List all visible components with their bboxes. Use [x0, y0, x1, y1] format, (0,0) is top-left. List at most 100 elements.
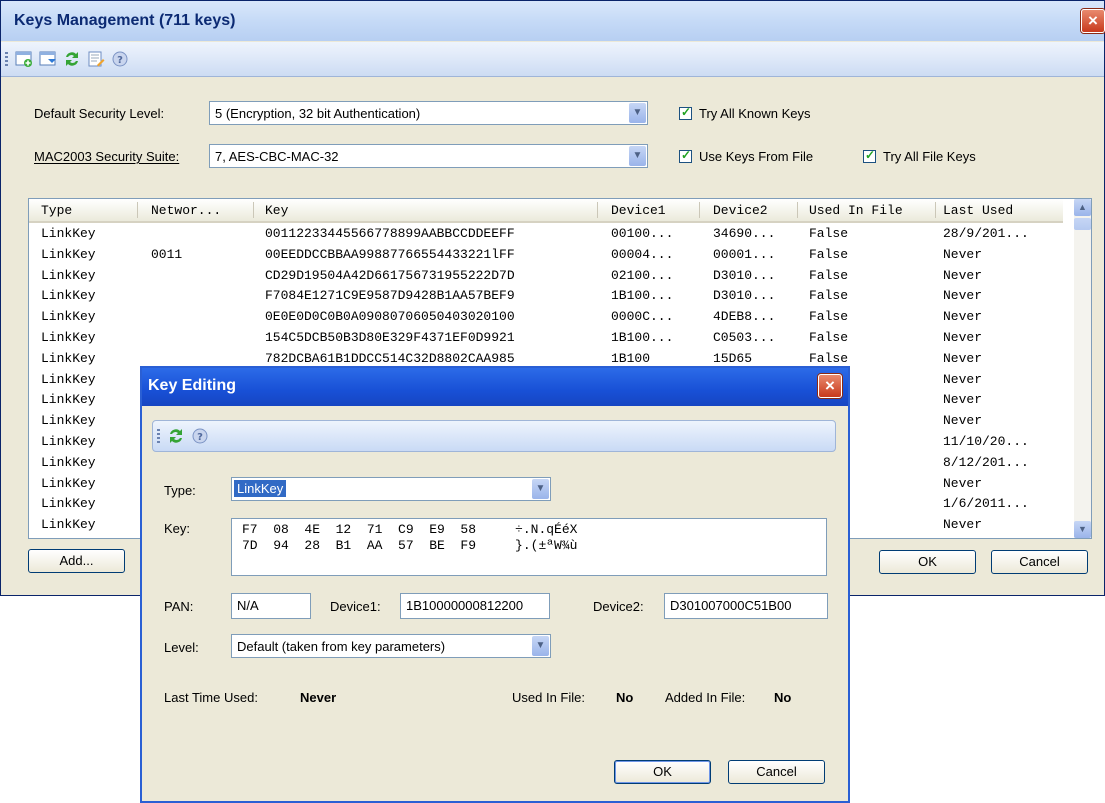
type-label: Type:: [164, 483, 196, 498]
key-line: 7D 94 28 B1 AA 57 BE F9 }.(±ªW¾ù: [242, 538, 578, 553]
table-row[interactable]: LinkKey 00112233445566778899AABBCCDDEEFF 0…: [29, 223, 1063, 244]
refresh-icon[interactable]: [167, 427, 185, 445]
cell-last-used: Never: [943, 288, 983, 304]
toolbar-grip[interactable]: [157, 429, 160, 443]
level-select[interactable]: Default (taken from key parameters) ▼: [231, 634, 551, 658]
last-time-used-label: Last Time Used:: [164, 690, 258, 705]
scroll-up-icon[interactable]: ▲: [1074, 199, 1091, 216]
column-header-device1[interactable]: Device1: [611, 203, 666, 218]
column-divider[interactable]: [597, 202, 598, 218]
table-row[interactable]: LinkKey 154C5DCB50B3D80E329F4371EF0D9921 1…: [29, 327, 1063, 348]
dialog-title-bar[interactable]: Key Editing ×: [142, 368, 848, 406]
cell-type: LinkKey: [41, 413, 96, 429]
ok-button[interactable]: OK: [879, 550, 976, 574]
dialog-ok-button[interactable]: OK: [614, 760, 711, 784]
scroll-down-icon[interactable]: ▼: [1074, 521, 1091, 538]
cell-type: LinkKey: [41, 434, 96, 449]
try-all-file-keys-checkbox[interactable]: [863, 148, 876, 163]
column-divider[interactable]: [797, 202, 798, 218]
cell-type: LinkKey: [41, 371, 96, 387]
refresh-icon[interactable]: [63, 50, 81, 68]
dialog-close-button[interactable]: ×: [818, 374, 842, 398]
title-bar[interactable]: Keys Management (711 keys) ×: [1, 1, 1105, 41]
column-header-last-used[interactable]: Last Used: [943, 203, 1013, 218]
cell-device1: 00004...: [611, 246, 674, 262]
cell-network: 0011: [151, 246, 183, 262]
cell-last-used: 28/9/201...: [943, 226, 1029, 241]
cell-type: LinkKey: [41, 309, 96, 325]
chevron-down-icon[interactable]: ▼: [532, 636, 549, 656]
add-key-icon[interactable]: [15, 50, 33, 68]
column-header-type[interactable]: Type: [41, 203, 72, 218]
chevron-down-icon[interactable]: ▼: [532, 479, 549, 499]
cell-used-in-file: False: [809, 330, 849, 345]
key-hex-editor[interactable]: F7 08 4E 12 71 C9 E9 58 ÷.N.qÉéX 7D 94 2…: [231, 518, 827, 576]
chevron-down-icon[interactable]: ▼: [629, 103, 646, 123]
cell-key: 0E0E0D0C0B0A09080706050403020100: [265, 309, 515, 325]
chevron-down-icon[interactable]: ▼: [629, 146, 646, 166]
cell-last-used: Never: [943, 517, 983, 533]
cell-key: 154C5DCB50B3D80E329F4371EF0D9921: [265, 330, 515, 345]
toolbar-grip[interactable]: [5, 52, 8, 66]
cell-device2: 15D65: [713, 350, 753, 366]
cell-type: LinkKey: [41, 350, 96, 366]
cell-last-used: Never: [943, 309, 983, 325]
table-row[interactable]: LinkKey F7084E1271C9E9587D9428B1AA57BEF9 1…: [29, 285, 1063, 306]
help-icon[interactable]: ?: [191, 427, 209, 445]
column-header-device2[interactable]: Device2: [713, 203, 768, 218]
added-in-file-label: Added In File:: [665, 690, 746, 705]
table-row[interactable]: LinkKey 0011 00EEDDCCBBAA99887766554433221…: [29, 244, 1063, 265]
cell-type: LinkKey: [41, 288, 96, 304]
device1-field[interactable]: 1B10000000812200: [400, 593, 550, 619]
try-all-known-keys-checkbox[interactable]: [679, 105, 692, 120]
pan-label: PAN:: [164, 599, 194, 614]
column-divider[interactable]: [935, 202, 936, 218]
help-icon[interactable]: ?: [111, 50, 129, 68]
level-label: Level:: [164, 640, 199, 655]
cell-used-in-file: False: [809, 288, 849, 304]
security-level-select[interactable]: 5 (Encryption, 32 bit Authentication) ▼: [209, 101, 648, 125]
added-in-file-value: No: [774, 690, 792, 705]
cell-key: 00EEDDCCBBAA99887766554433221lFF: [265, 246, 515, 262]
cell-type: LinkKey: [41, 517, 96, 533]
cell-device2: 00001...: [713, 246, 776, 262]
device2-field[interactable]: D301007000C51B00: [664, 593, 828, 619]
close-icon: ×: [825, 376, 835, 395]
cell-last-used: 11/10/20...: [943, 434, 1029, 449]
dialog-cancel-button[interactable]: Cancel: [728, 760, 825, 784]
add-button[interactable]: Add...: [28, 549, 125, 573]
cell-type: LinkKey: [41, 226, 96, 241]
close-window-button[interactable]: ×: [1081, 9, 1105, 33]
table-row[interactable]: LinkKey CD29D19504A42D661756731955222D7D 0…: [29, 265, 1063, 286]
cell-type: LinkKey: [41, 475, 96, 491]
type-value: LinkKey: [234, 480, 287, 497]
column-header-key[interactable]: Key: [265, 203, 288, 218]
security-level-label: Default Security Level:: [34, 106, 165, 121]
pan-field[interactable]: N/A: [231, 593, 311, 619]
column-divider[interactable]: [699, 202, 700, 218]
cell-device1: 1B100...: [611, 330, 674, 345]
vertical-scrollbar[interactable]: ▲ ▼: [1074, 199, 1091, 538]
cell-key: 00112233445566778899AABBCCDDEEFF: [265, 226, 515, 241]
toolbar: ?: [1, 42, 1104, 77]
column-divider[interactable]: [137, 202, 138, 218]
security-suite-label: MAC2003 Security Suite:: [34, 149, 180, 164]
cancel-button[interactable]: Cancel: [991, 550, 1088, 574]
type-select[interactable]: LinkKey ▼: [231, 477, 551, 501]
keys-list-header: Type Networ... Key Device1 Device2 Used …: [29, 199, 1063, 223]
security-suite-select[interactable]: 7, AES-CBC-MAC-32 ▼: [209, 144, 648, 168]
cell-last-used: 1/6/2011...: [943, 496, 1029, 512]
use-keys-from-file-checkbox[interactable]: [679, 148, 692, 163]
scrollbar-thumb[interactable]: [1074, 218, 1091, 230]
column-header-used-in-file[interactable]: Used In File: [809, 203, 903, 218]
cell-key: F7084E1271C9E9587D9428B1AA57BEF9: [265, 288, 515, 304]
import-key-icon[interactable]: [39, 50, 57, 68]
cell-type: LinkKey: [41, 392, 96, 408]
table-row[interactable]: LinkKey 0E0E0D0C0B0A09080706050403020100 0…: [29, 306, 1063, 327]
column-header-network[interactable]: Networ...: [151, 203, 221, 218]
cell-last-used: Never: [943, 413, 983, 429]
edit-icon[interactable]: [87, 50, 105, 68]
cell-type: LinkKey: [41, 246, 96, 262]
cell-used-in-file: False: [809, 226, 849, 241]
column-divider[interactable]: [253, 202, 254, 218]
